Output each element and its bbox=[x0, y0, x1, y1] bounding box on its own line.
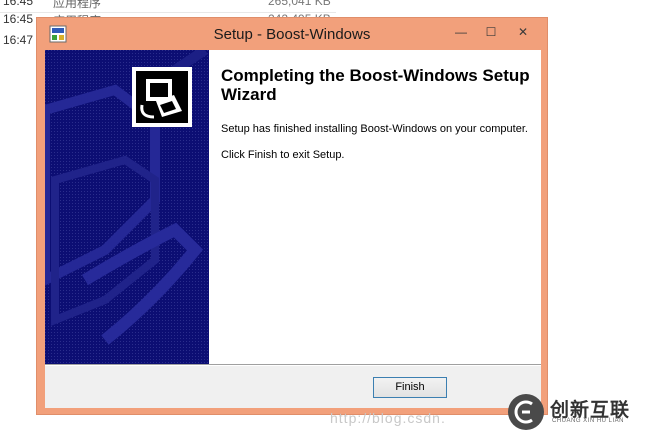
setup-logo bbox=[132, 67, 192, 127]
maximize-button[interactable]: ☐ bbox=[479, 24, 503, 40]
brand-logo-icon bbox=[508, 394, 544, 430]
brand-subtitle: CHUANG XIN HU LIAN bbox=[552, 418, 625, 424]
wizard-content: Completing the Boost-Windows Setup Wizar… bbox=[209, 50, 541, 364]
file-time: 16:45 bbox=[3, 0, 34, 8]
setup-window: Setup - Boost-Windows — ☐ ✕ Completing t… bbox=[36, 17, 548, 415]
minimize-button[interactable]: — bbox=[449, 24, 473, 40]
title-bar[interactable]: Setup - Boost-Windows — ☐ ✕ bbox=[37, 18, 547, 50]
watermark-url: http://blog.csdn. bbox=[330, 410, 446, 426]
finish-button[interactable]: Finish bbox=[373, 377, 447, 398]
close-button[interactable]: ✕ bbox=[511, 24, 535, 40]
file-size: 265,041 KB bbox=[268, 0, 331, 8]
wizard-heading: Completing the Boost-Windows Setup Wizar… bbox=[221, 66, 530, 104]
wizard-body: Completing the Boost-Windows Setup Wizar… bbox=[45, 50, 541, 408]
computer-install-icon bbox=[140, 79, 182, 119]
wizard-side-image bbox=[45, 50, 209, 364]
file-name: 应用程序 bbox=[53, 0, 102, 10]
logo-background bbox=[136, 71, 188, 123]
button-area-divider-highlight bbox=[45, 365, 541, 366]
exit-instruction: Click Finish to exit Setup. bbox=[221, 149, 345, 161]
file-time: 16:47 bbox=[3, 33, 34, 47]
finished-message: Setup has finished installing Boost-Wind… bbox=[221, 123, 528, 135]
brand-watermark: 创新互联 CHUANG XIN HU LIAN bbox=[500, 386, 646, 439]
file-time: 16:45 bbox=[3, 12, 34, 26]
